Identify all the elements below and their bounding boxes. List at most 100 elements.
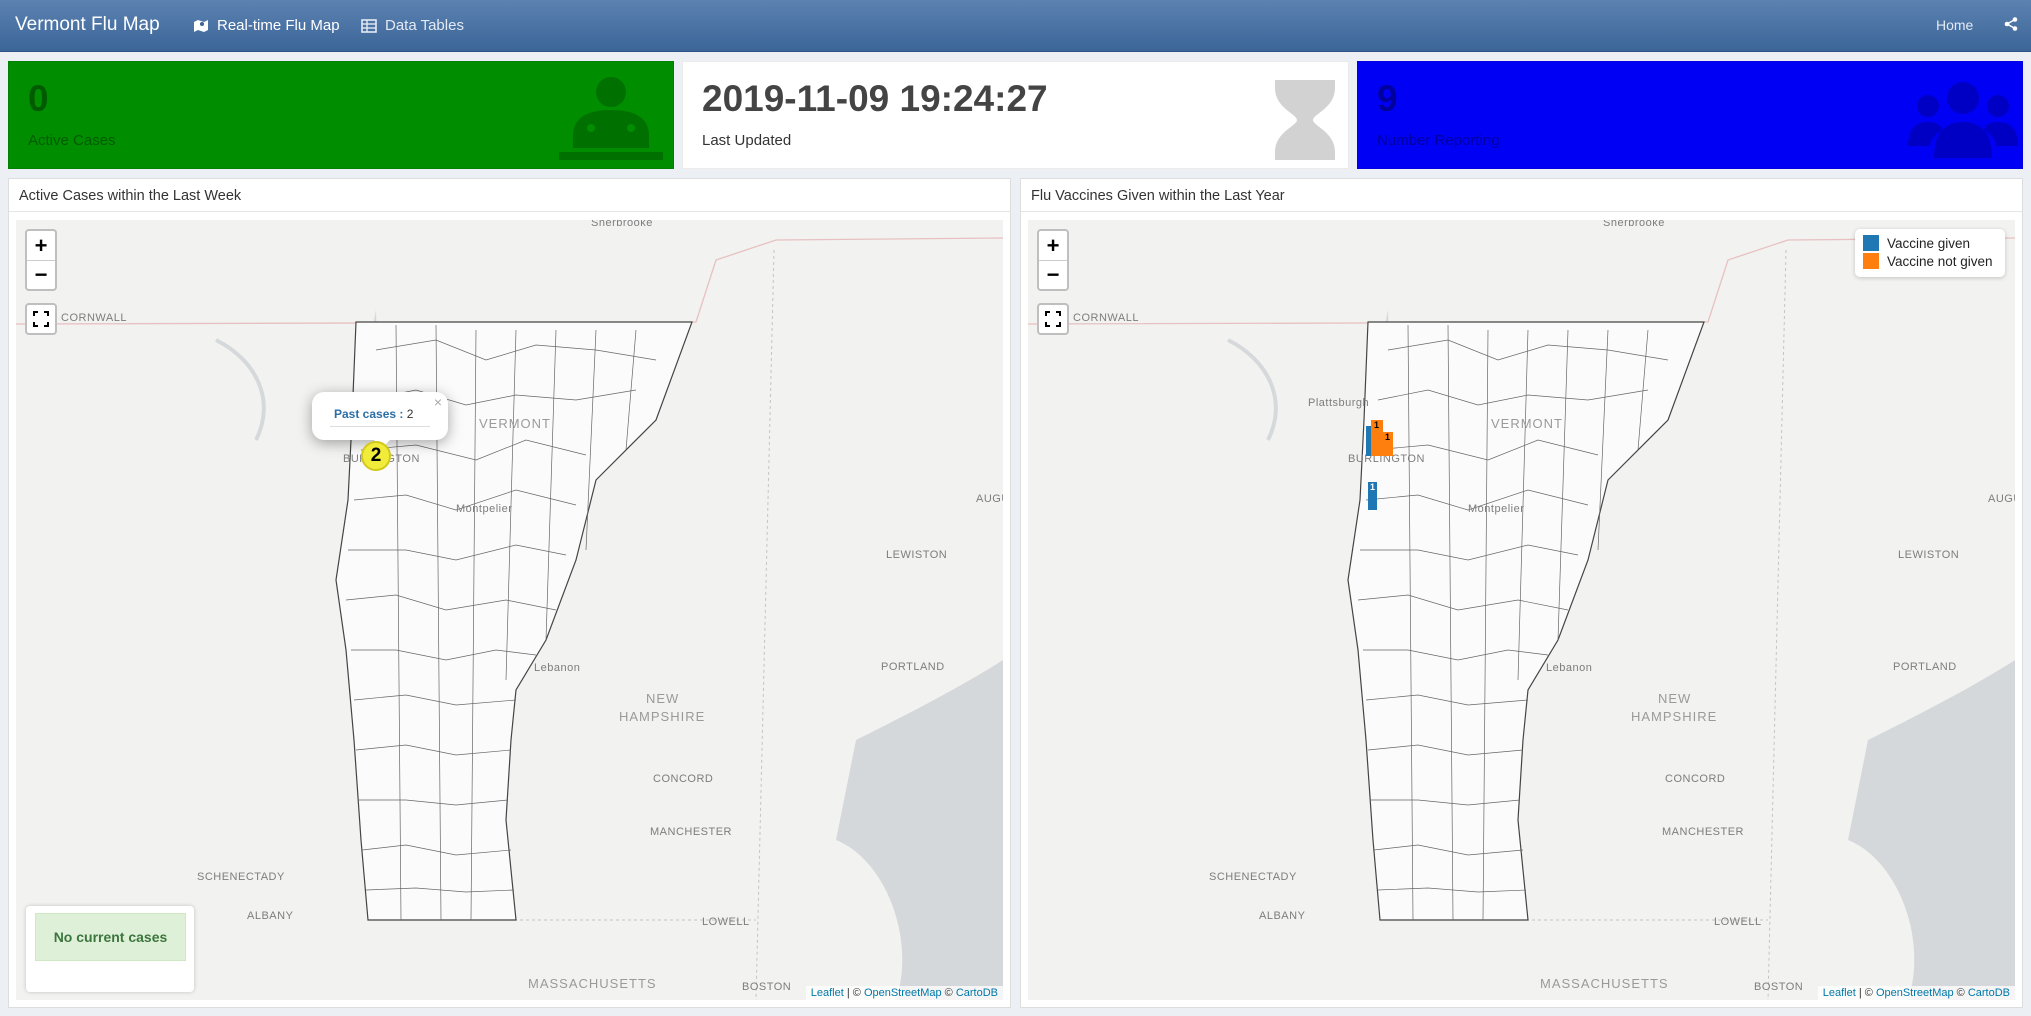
active-cases-panel: Active Cases within the Last Week Sherbr… bbox=[8, 178, 1011, 1008]
legend-item-vaccine-given: Vaccine given bbox=[1863, 235, 1970, 251]
map-label-augu: AUGU bbox=[1988, 493, 2015, 505]
leaflet-link[interactable]: Leaflet bbox=[811, 987, 844, 999]
legend-label: Vaccine not given bbox=[1887, 253, 1993, 269]
last-updated-value: 2019-11-09 19:24:27 bbox=[702, 78, 1048, 119]
case-popup: Past cases : 2 × bbox=[312, 392, 448, 440]
map-label-cornwall: CORNWALL bbox=[1073, 312, 1139, 324]
map-label-hampshire: HAMPSHIRE bbox=[1631, 709, 1717, 724]
map-label-schenectady: SCHENECTADY bbox=[1209, 871, 1297, 883]
map-label-boston: BOSTON bbox=[742, 981, 791, 993]
cartodb-link[interactable]: CartoDB bbox=[1968, 987, 2010, 999]
map-label-massachusetts: MASSACHUSETTS bbox=[528, 976, 657, 991]
map-label-lebanon: Lebanon bbox=[534, 662, 580, 674]
attribution-separator: © bbox=[1953, 987, 1968, 999]
zoom-out-button[interactable]: − bbox=[1039, 260, 1067, 289]
home-link[interactable]: Home bbox=[1936, 17, 1973, 33]
last-updated-label: Last Updated bbox=[702, 132, 792, 149]
share-icon bbox=[2004, 17, 2018, 31]
tab-label: Data Tables bbox=[385, 17, 464, 34]
popup-close-button[interactable]: × bbox=[434, 394, 442, 410]
popup-value: 2 bbox=[406, 407, 414, 421]
map-label-portland: PORTLAND bbox=[1893, 661, 1957, 673]
panel-title: Flu Vaccines Given within the Last Year bbox=[1031, 188, 1285, 204]
no-current-cases-alert: No current cases bbox=[35, 913, 186, 961]
map-label-hampshire: HAMPSHIRE bbox=[619, 709, 705, 724]
zoom-control: + − bbox=[1037, 229, 1069, 291]
fullscreen-icon bbox=[33, 311, 49, 327]
map-icon bbox=[194, 19, 208, 32]
map-label-lewiston: LEWISTON bbox=[886, 549, 947, 561]
map-label-portland: PORTLAND bbox=[881, 661, 945, 673]
brand-title[interactable]: Vermont Flu Map bbox=[15, 14, 160, 36]
map-label-montpelier: Montpelier bbox=[1468, 503, 1524, 515]
osm-link[interactable]: OpenStreetMap bbox=[1876, 987, 1954, 999]
vaccine-bar-label: 1 bbox=[1385, 432, 1391, 442]
map-label-lewiston: LEWISTON bbox=[1898, 549, 1959, 561]
status-box: No current cases bbox=[26, 906, 194, 992]
map-label-cornwall: CORNWALL bbox=[61, 312, 127, 324]
case-cluster-marker[interactable]: 2 bbox=[361, 441, 391, 471]
vaccine-bar-label: 1 bbox=[1374, 420, 1380, 430]
osm-link[interactable]: OpenStreetMap bbox=[864, 987, 942, 999]
map-label-plattsburgh: Plattsburgh bbox=[1308, 397, 1369, 409]
basemap: Sherbrooke CORNWALL Plattsburgh BURLINGT… bbox=[1028, 220, 2015, 1000]
map-label-augu: AUGU bbox=[976, 493, 1003, 505]
map-attribution: Leaflet | © OpenStreetMap © CartoDB bbox=[1817, 986, 2015, 1000]
user-doctor-icon bbox=[559, 77, 663, 160]
number-reporting-value: 9 bbox=[1377, 78, 1398, 119]
table-icon bbox=[361, 18, 377, 33]
basemap: Sherbrooke CORNWALL BURLINGTON Montpelie… bbox=[16, 220, 1003, 1000]
map-label-concord: CONCORD bbox=[653, 773, 713, 785]
map-label-sherbrooke: Sherbrooke bbox=[1603, 220, 1665, 229]
fullscreen-button[interactable] bbox=[25, 303, 57, 335]
vaccines-map[interactable]: Sherbrooke CORNWALL Plattsburgh BURLINGT… bbox=[1028, 220, 2015, 1000]
leaflet-link[interactable]: Leaflet bbox=[1823, 987, 1856, 999]
map-label-lebanon: Lebanon bbox=[1546, 662, 1592, 674]
tab-data-tables[interactable]: Data Tables bbox=[361, 17, 464, 34]
tab-real-time-flu-map[interactable]: Real-time Flu Map bbox=[193, 17, 340, 34]
active-cases-label: Active Cases bbox=[28, 132, 116, 149]
panel-title: Active Cases within the Last Week bbox=[19, 188, 242, 204]
zoom-control: + − bbox=[25, 229, 57, 291]
legend-label: Vaccine given bbox=[1887, 235, 1971, 251]
zoom-in-button[interactable]: + bbox=[1039, 231, 1067, 260]
map-label-schenectady: SCHENECTADY bbox=[197, 871, 285, 883]
map-label-new: NEW bbox=[1658, 691, 1691, 706]
vaccines-panel: Flu Vaccines Given within the Last Year bbox=[1020, 178, 2023, 1008]
map-label-montpelier: Montpelier bbox=[456, 503, 512, 515]
panel-divider bbox=[9, 211, 1010, 212]
map-label-vermont: VERMONT bbox=[479, 416, 551, 431]
map-label-vermont: VERMONT bbox=[1491, 416, 1563, 431]
map-label-albany: ALBANY bbox=[247, 910, 294, 922]
map-label-boston: BOSTON bbox=[1754, 981, 1803, 993]
hourglass-icon bbox=[1275, 80, 1335, 160]
legend-item-vaccine-not-given: Vaccine not given bbox=[1863, 253, 1993, 269]
tab-label: Real-time Flu Map bbox=[217, 17, 340, 34]
map-label-lowell: LOWELL bbox=[702, 916, 750, 928]
map-label-new: NEW bbox=[646, 691, 679, 706]
fullscreen-icon bbox=[1045, 311, 1061, 327]
zoom-out-button[interactable]: − bbox=[27, 260, 55, 289]
cartodb-link[interactable]: CartoDB bbox=[956, 987, 998, 999]
active-cases-map[interactable]: Sherbrooke CORNWALL BURLINGTON Montpelie… bbox=[16, 220, 1003, 1000]
map-label-lowell: LOWELL bbox=[1714, 916, 1762, 928]
map-label-concord: CONCORD bbox=[1665, 773, 1725, 785]
attribution-separator: | © bbox=[1855, 987, 1876, 999]
map-label-sherbrooke: Sherbrooke bbox=[591, 220, 653, 229]
fullscreen-button[interactable] bbox=[1037, 303, 1069, 335]
last-updated-box: 2019-11-09 19:24:27 Last Updated bbox=[682, 61, 1349, 169]
map-label-massachusetts: MASSACHUSETTS bbox=[1540, 976, 1669, 991]
number-reporting-label: Number Reporting bbox=[1377, 132, 1500, 149]
popup-content: Past cases : 2 bbox=[334, 407, 413, 421]
legend-swatch bbox=[1863, 235, 1879, 251]
active-cases-value: 0 bbox=[28, 78, 49, 119]
attribution-separator: © bbox=[941, 987, 956, 999]
map-label-albany: ALBANY bbox=[1259, 910, 1306, 922]
popup-key: Past cases : bbox=[334, 407, 404, 421]
legend-swatch bbox=[1863, 253, 1879, 269]
active-cases-box: 0 Active Cases bbox=[8, 61, 674, 169]
panel-divider bbox=[1021, 211, 2022, 212]
zoom-in-button[interactable]: + bbox=[27, 231, 55, 260]
share-button[interactable] bbox=[2004, 17, 2018, 31]
map-label-manchester: MANCHESTER bbox=[1662, 826, 1744, 838]
